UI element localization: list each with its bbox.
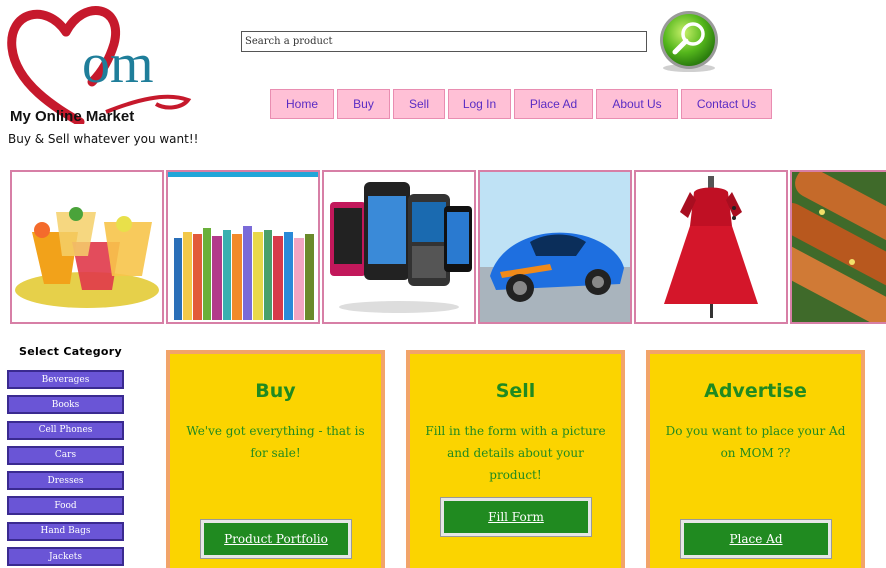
category-food[interactable]: Food [7, 496, 124, 516]
nav-buy[interactable]: Buy [337, 89, 390, 119]
tagline: Buy & Sell whatever you want!! [8, 132, 199, 146]
nav-login[interactable]: Log In [448, 89, 511, 119]
advertise-card-text: Do you want to place your Ad on MOM ?? [665, 424, 846, 460]
sell-card-text: Fill in the form with a picture and deta… [425, 424, 606, 482]
dress-image[interactable] [634, 170, 788, 324]
logo-text: om [82, 33, 154, 95]
category-dresses[interactable]: Dresses [7, 471, 124, 491]
search-input[interactable] [241, 31, 647, 52]
category-cars[interactable]: Cars [7, 445, 124, 465]
category-jackets[interactable]: Jackets [7, 547, 124, 567]
category-banner [10, 170, 886, 324]
product-portfolio-button[interactable]: Product Portfolio [200, 519, 352, 559]
search-button[interactable] [654, 10, 724, 74]
buy-card-text: We've got everything - that is for sale! [186, 424, 365, 460]
car-image[interactable] [478, 170, 632, 324]
place-ad-button[interactable]: Place Ad [680, 519, 832, 559]
advertise-card: Advertise Do you want to place your Ad o… [646, 350, 865, 568]
food-image[interactable] [790, 170, 886, 324]
category-cell-phones[interactable]: Cell Phones [7, 420, 124, 440]
beverages-image[interactable] [10, 170, 164, 324]
main-nav: Home Buy Sell Log In Place Ad About Us C… [270, 89, 772, 119]
brand-name: My Online Market [10, 108, 135, 125]
nav-about-us[interactable]: About Us [596, 89, 678, 119]
buy-card: Buy We've got everything - that is for s… [166, 350, 385, 568]
category-hand-bags[interactable]: Hand Bags [7, 521, 124, 541]
nav-sell[interactable]: Sell [393, 89, 445, 119]
category-beverages[interactable]: Beverages [7, 370, 124, 389]
category-title: Select Category [19, 345, 122, 358]
nav-place-ad[interactable]: Place Ad [514, 89, 593, 119]
category-list: Beverages Books Cell Phones Cars Dresses… [7, 370, 124, 568]
sell-card: Sell Fill in the form with a picture and… [406, 350, 625, 568]
nav-contact-us[interactable]: Contact Us [681, 89, 772, 119]
logo[interactable]: om My Online Market [6, 4, 196, 125]
buy-card-title: Buy [255, 380, 296, 402]
nav-home[interactable]: Home [270, 89, 334, 119]
cell-phones-image[interactable] [322, 170, 476, 324]
category-books[interactable]: Books [7, 395, 124, 415]
sell-card-title: Sell [495, 380, 536, 402]
books-image[interactable] [166, 170, 320, 324]
logo-heart-icon: om [7, 6, 192, 124]
magnifier-icon [660, 11, 718, 72]
advertise-card-title: Advertise [704, 380, 807, 402]
fill-form-button[interactable]: Fill Form [440, 497, 592, 537]
